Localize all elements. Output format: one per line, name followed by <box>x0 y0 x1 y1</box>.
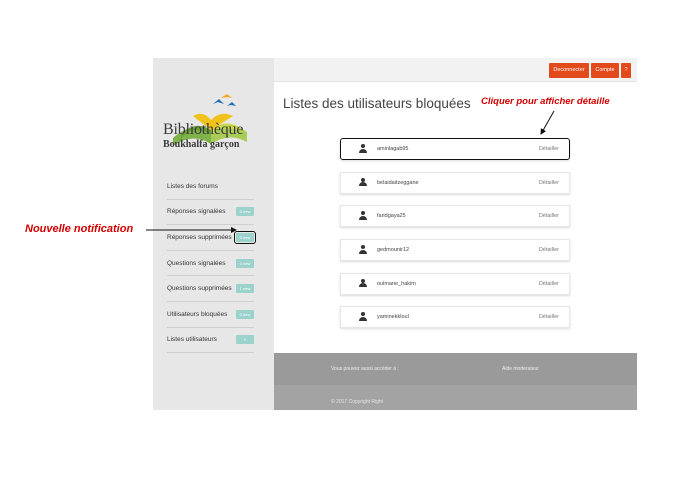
sidebar-item-label: Réponses signalées <box>167 208 226 216</box>
sidebar-item-listes-forums[interactable]: Listes des forums <box>167 174 254 200</box>
notification-badge: 0 <box>236 335 254 345</box>
page-title: Listes des utilisateurs bloquées <box>283 96 471 111</box>
library-logo-icon <box>173 94 247 146</box>
notification-badge: 0 new <box>236 309 254 319</box>
sidebar-item-utilisateurs-bloquees[interactable]: Utilisateurs bloquées 0 new <box>167 302 254 328</box>
detailler-link[interactable]: Détailler <box>539 307 559 327</box>
detailler-link[interactable]: Détailler <box>539 206 559 226</box>
notification-badge: 1 new <box>236 284 254 294</box>
sidebar-item-questions-supprimees[interactable]: Questions supprimées 1 new <box>167 276 254 302</box>
logo-title: Bibliothèque <box>163 121 244 138</box>
list-item: gedmounir12 Détailler <box>340 239 570 262</box>
blocked-user-list: aminlagab95 Détailler belaidaitzeggane D… <box>340 138 570 340</box>
sidebar-item-label: Questions signalées <box>167 259 226 267</box>
detailler-link[interactable]: Détailler <box>539 240 559 260</box>
notification-badge: 0 new <box>236 207 254 217</box>
user-name: faridgaya25 <box>377 213 406 220</box>
sidebar: Bibliothèque Boukhalfa garçon Listes des… <box>153 58 274 410</box>
sidebar-item-reponses-supprimees[interactable]: Réponses supprimées 0 new <box>167 225 256 251</box>
copyright-text: © 2017 Copyright Right <box>331 399 384 405</box>
aide-moderateur-link[interactable]: Aide moderateur <box>502 366 539 372</box>
user-icon <box>359 278 367 288</box>
detailler-link[interactable]: Détailler <box>539 173 559 193</box>
sidebar-item-listes-utilisateurs[interactable]: Listes utilisateurs 0 <box>167 328 254 354</box>
user-icon <box>359 177 367 187</box>
user-name: aminlagab95 <box>377 146 409 152</box>
footer-access-text: Vous pouvez aussi accéder à : <box>331 366 399 372</box>
notification-badge: 0 new <box>234 230 256 244</box>
sidebar-item-label: Questions supprimées <box>167 285 232 293</box>
user-icon <box>359 144 367 153</box>
notification-badge: 0 new <box>236 258 254 268</box>
list-item: oulmane_hakim Détailler <box>340 272 570 295</box>
logo-subtitle: Boukhalfa garçon <box>163 139 240 150</box>
help-button[interactable]: ? <box>621 63 631 78</box>
list-item: aminlagab95 Détailler <box>340 138 570 160</box>
footer: Vous pouvez aussi accéder à : Aide moder… <box>274 353 637 410</box>
top-bar: Deconnecter Compte ? <box>274 58 637 82</box>
sidebar-item-questions-signalees[interactable]: Questions signalées 0 new <box>167 251 254 277</box>
user-name: belaidaitzeggane <box>377 179 419 186</box>
list-item: faridgaya25 Détailler <box>340 205 570 228</box>
sidebar-item-label: Listes utilisateurs <box>167 336 217 344</box>
compte-button[interactable]: Compte <box>591 63 619 78</box>
user-name: oulmane_hakim <box>377 280 416 287</box>
user-name: yaminekkloul <box>377 314 409 321</box>
detailler-link[interactable]: Détailler <box>539 274 559 294</box>
sidebar-item-label: Réponses supprimées <box>167 233 232 241</box>
user-name: gedmounir12 <box>377 247 410 254</box>
sidebar-item-label: Utilisateurs bloquées <box>167 310 228 318</box>
app-window: Bibliothèque Boukhalfa garçon Listes des… <box>153 58 637 410</box>
sidebar-item-reponses-signalees[interactable]: Réponses signalées 0 new <box>167 200 254 226</box>
annotation-cliquer-detail: Cliquer pour afficher détaille <box>481 96 610 107</box>
annotation-nouvelle-notification: Nouvelle notification <box>25 223 134 235</box>
list-item: yaminekkloul Détailler <box>340 306 570 329</box>
deconnecter-button[interactable]: Deconnecter <box>549 63 589 78</box>
sidebar-menu: Listes des forums Réponses signalées 0 n… <box>167 174 256 354</box>
user-icon <box>359 312 367 321</box>
main-content: Deconnecter Compte ? Listes des utilisat… <box>274 58 637 410</box>
user-icon <box>359 245 367 254</box>
list-item: belaidaitzeggane Détailler <box>340 171 570 194</box>
user-icon <box>359 211 367 220</box>
detailler-link[interactable]: Détailler <box>539 139 559 159</box>
sidebar-item-label: Listes des forums <box>167 182 218 190</box>
